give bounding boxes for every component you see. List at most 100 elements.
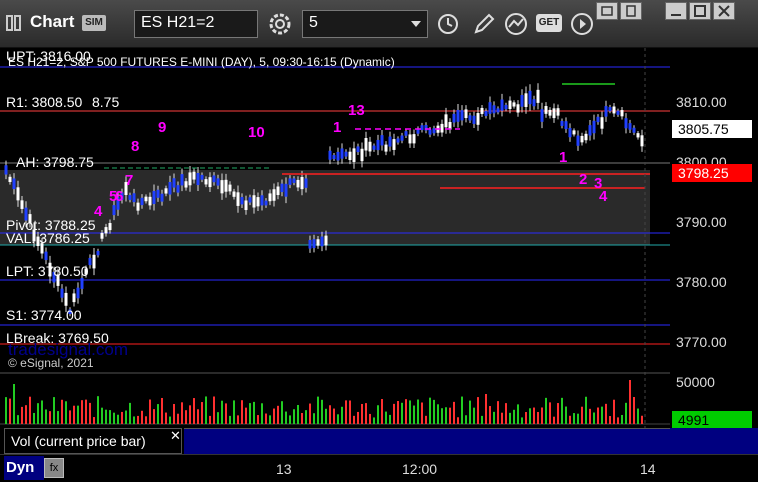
candle-body [136, 202, 140, 211]
volume-bar [17, 415, 19, 424]
symbol-value: ES H21=2 [141, 14, 215, 31]
volume-bar [101, 407, 103, 424]
volume-bar [529, 408, 531, 424]
volume-bar [389, 414, 391, 424]
maximize-button[interactable] [689, 2, 711, 20]
volume-bar [545, 397, 547, 424]
candle-body [176, 185, 180, 193]
interval-select[interactable]: 5 [302, 10, 428, 38]
help-icon [626, 5, 636, 17]
candle-body [400, 135, 404, 141]
close-button[interactable] [713, 2, 735, 20]
volume-tick: 50000 [676, 374, 715, 390]
minimize-button[interactable] [665, 2, 687, 20]
volume-bar [21, 406, 23, 424]
candle-body [12, 178, 16, 190]
volume-bar [173, 403, 175, 424]
volume-bar [501, 412, 503, 424]
volume-bar [633, 397, 635, 424]
count-label: 13 [348, 102, 365, 119]
volume-bar [625, 402, 627, 424]
candle-body [564, 121, 568, 130]
volume-bar [189, 405, 191, 424]
price-tick: 3790.00 [676, 214, 727, 230]
volume-bar [353, 415, 355, 424]
candle-body [508, 100, 512, 110]
candle-body [320, 236, 324, 247]
volume-bar [125, 410, 127, 424]
candle-body [636, 133, 640, 138]
candle-body [524, 93, 528, 107]
volume-bar [169, 416, 171, 424]
volume-bar [445, 407, 447, 424]
volume-bar [597, 407, 599, 424]
volume-bar [49, 411, 51, 424]
volume-bar [613, 399, 615, 424]
help-button[interactable] [620, 2, 642, 20]
fx-icon[interactable]: fx [44, 458, 64, 478]
volume-bar [641, 415, 643, 424]
candle-body [356, 146, 360, 153]
candle-body [64, 292, 68, 306]
candle-body [472, 115, 476, 124]
dynamic-button[interactable]: Dyn [4, 456, 44, 480]
volume-bar [157, 404, 159, 424]
symbol-input[interactable]: ES H21=2 [134, 10, 258, 38]
volume-bar [365, 403, 367, 424]
volume-bar [33, 412, 35, 424]
candle-body [576, 135, 580, 146]
volume-bar [109, 410, 111, 424]
volume-bar [177, 413, 179, 424]
candle-body [412, 134, 416, 144]
restore-button[interactable] [596, 2, 618, 20]
time-axis[interactable]: 13 12:00 14 [0, 454, 758, 482]
candle-body [620, 110, 624, 117]
candle-body [548, 109, 552, 116]
volume-bar [333, 408, 335, 424]
play-icon[interactable] [570, 12, 594, 36]
candle-body [556, 108, 560, 116]
maximize-icon [694, 5, 706, 17]
price-axis[interactable]: 3810.00 3800.00 3790.00 3780.00 3770.00 … [670, 48, 758, 429]
candle-body [536, 89, 540, 103]
volume-bar [117, 414, 119, 424]
candle-body [192, 171, 196, 180]
gear-icon[interactable] [268, 12, 292, 36]
candle-body [580, 135, 584, 143]
candle-body [272, 189, 276, 201]
volume-bar [577, 413, 579, 424]
candle-body [216, 178, 220, 186]
volume-bar [533, 407, 535, 424]
candle-body [252, 195, 256, 208]
candle-body [632, 127, 636, 133]
candle-body [332, 155, 336, 160]
time-tick: 12:00 [402, 461, 438, 477]
candle-body [616, 110, 620, 115]
get-icon[interactable]: GET [536, 14, 562, 32]
volume-bar [297, 404, 299, 424]
volume-panel-label[interactable]: Vol (current price bar) [4, 428, 182, 454]
candle-body [456, 109, 460, 122]
candle-body [232, 191, 236, 197]
candle-body [596, 116, 600, 123]
candle-body [244, 200, 248, 211]
close-icon[interactable]: ✕ [170, 428, 181, 444]
volume-bar [329, 405, 331, 424]
volume-bar [517, 404, 519, 424]
candle-body [460, 110, 464, 121]
volume-bar [149, 399, 151, 424]
candle-body [168, 182, 172, 195]
volume-bar [57, 411, 59, 424]
price-tick: 3780.00 [676, 274, 727, 290]
time-tick: 13 [276, 461, 292, 477]
clock-icon[interactable] [436, 12, 460, 36]
volume-bar [429, 397, 431, 424]
volume-bar [561, 397, 563, 424]
pencil-icon[interactable] [472, 12, 496, 36]
volume-bar [217, 412, 219, 424]
candle-body [464, 109, 468, 119]
volume-bar [53, 397, 55, 424]
indicator-icon[interactable] [504, 12, 528, 36]
volume-bar [293, 409, 295, 424]
volume-bar [481, 415, 483, 424]
